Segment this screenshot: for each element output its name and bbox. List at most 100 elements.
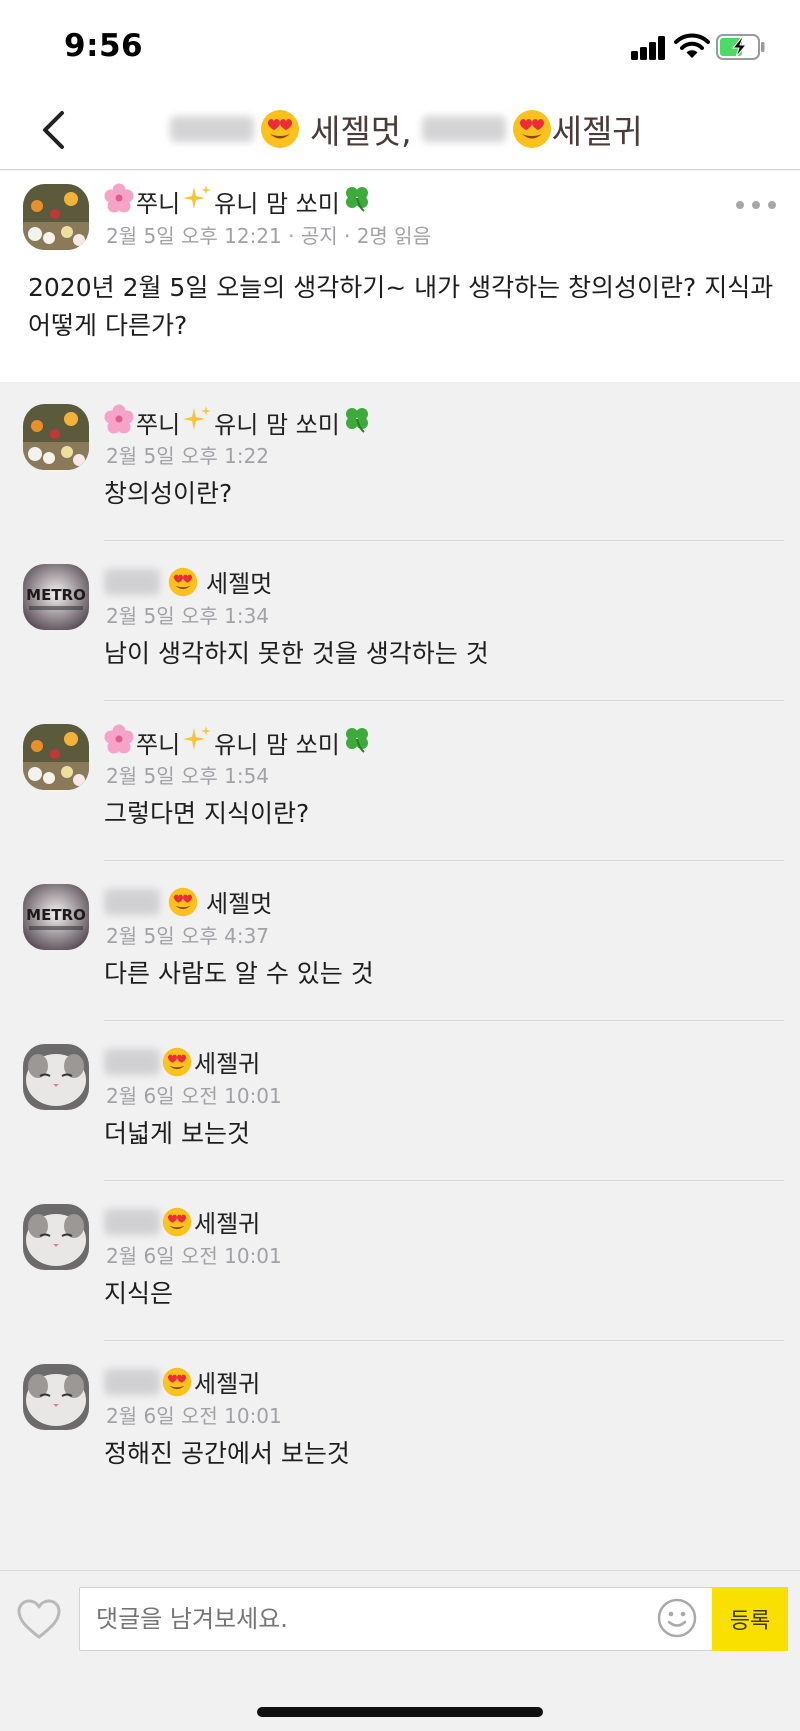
comment-author-nickname: 세젤귀: [194, 1210, 261, 1238]
blurred-name: [104, 1048, 160, 1075]
heart-eyes-emoji-icon: [512, 110, 551, 148]
post-body: 2020년 2월 5일 오늘의 생각하기~ 내가 생각하는 창의성이란? 지식과…: [28, 273, 774, 340]
avatar[interactable]: [23, 1364, 89, 1430]
comment-author-name: 세젤귀: [104, 1364, 260, 1399]
blurred-name: [104, 568, 160, 595]
four-leaf-clover-icon: [342, 183, 372, 219]
heart-eyes-emoji-icon: [162, 1207, 192, 1236]
comment-text: 다른 사람도 알 수 있는 것: [104, 959, 374, 988]
blurred-name: [104, 888, 160, 915]
cherry-blossom-icon: [104, 404, 134, 440]
comment-text: 창의성이란?: [104, 479, 233, 508]
comment-author-name: 세젤귀: [104, 1204, 260, 1239]
comment-meta: 2월 6일 오전 10:01: [106, 1244, 282, 1268]
avatar[interactable]: METRO: [23, 884, 89, 950]
comment-author-suffix: 유니 맘 쏘미: [214, 410, 340, 439]
comment-text: 더넓게 보는것: [104, 1119, 250, 1148]
four-leaf-clover-icon: [342, 724, 372, 760]
four-leaf-clover-icon: [342, 404, 372, 440]
comment-author-nickname: 세젤멋: [206, 570, 273, 598]
heart-eyes-emoji-icon: [168, 567, 198, 596]
cherry-blossom-icon: [104, 183, 134, 219]
divider: [104, 540, 784, 541]
comment-author-first: 쭈니: [136, 730, 181, 759]
flower-photo-avatar-icon: [23, 184, 89, 250]
blurred-name: [170, 116, 254, 142]
avatar[interactable]: [23, 1204, 89, 1270]
comment-text: 남이 생각하지 못한 것을 생각하는 것: [104, 639, 489, 668]
avatar[interactable]: [23, 724, 89, 790]
avatar[interactable]: [23, 184, 89, 250]
nav-title-name-2: 세젤귀: [551, 112, 643, 151]
comment-author-name: 세젤귀: [104, 1044, 260, 1079]
comment-author-name: 세젤멋: [104, 564, 272, 599]
divider: [104, 1180, 784, 1181]
comment-item: 쭈니 유니 맘 쏘미 2월 5일 오후 1:54 그렇다면 지식이란?: [0, 702, 800, 862]
comment-text: 정해진 공간에서 보는것: [104, 1439, 350, 1468]
comment-text: 지식은: [104, 1279, 174, 1308]
metro-logo-text: METRO: [26, 586, 86, 604]
avatar[interactable]: METRO: [23, 564, 89, 630]
battery-charging-icon: [716, 34, 765, 60]
comment-author-suffix: 유니 맘 쏘미: [214, 730, 340, 759]
comment-item: 세젤귀 2월 6일 오전 10:01 지식은: [0, 1182, 800, 1342]
cat-photo-avatar-icon: [23, 1364, 89, 1430]
comment-item: 세젤귀 2월 6일 오전 10:01 더넓게 보는것: [0, 1022, 800, 1182]
blurred-name: [104, 1368, 160, 1395]
comment-author-nickname: 세젤귀: [194, 1370, 261, 1398]
heart-eyes-emoji-icon: [162, 1367, 192, 1396]
blurred-name: [421, 116, 506, 142]
post-meta: 2월 5일 오후 12:21 · 공지 · 2명 읽음: [106, 224, 431, 248]
cellular-signal-icon: [631, 36, 667, 60]
notice-post: 쭈니 유니 맘 쏘미 2월 5일 오후 12:21 · 공지 · 2명 읽음 2…: [0, 171, 800, 382]
comment-meta: 2월 6일 오전 10:01: [106, 1404, 282, 1428]
comment-author-name: 쭈니 유니 맘 쏘미: [104, 724, 372, 760]
comment-item: 세젤귀 2월 6일 오전 10:01 정해진 공간에서 보는것: [0, 1342, 800, 1502]
comment-item: METRO 세젤멋 2월 5일 오후 1:34 남이 생각하지 못한 것을 생각…: [0, 542, 800, 702]
avatar[interactable]: [23, 1044, 89, 1110]
comment-text: 그렇다면 지식이란?: [104, 799, 310, 828]
comment-author-first: 쭈니: [136, 410, 181, 439]
comment-author-name: 세젤멋: [104, 884, 272, 919]
nav-bar: 세젤멋, 세젤귀: [0, 90, 800, 170]
sparkles-icon: [182, 724, 212, 760]
comment-meta: 2월 6일 오전 10:01: [106, 1084, 282, 1108]
comment-author-nickname: 세젤멋: [206, 890, 273, 918]
divider: [104, 700, 784, 701]
back-button[interactable]: [28, 104, 78, 156]
nav-title: 세젤멋, 세젤귀: [170, 104, 643, 154]
cat-photo-avatar-icon: [23, 1044, 89, 1110]
divider: [104, 1020, 784, 1021]
divider: [104, 1340, 784, 1341]
sparkles-icon: [182, 404, 212, 440]
avatar[interactable]: [23, 404, 89, 470]
comment-input[interactable]: [79, 1587, 713, 1651]
metro-logo-text: METRO: [26, 906, 86, 924]
comment-meta: 2월 5일 오후 1:22: [106, 444, 270, 468]
heart-eyes-emoji-icon: [261, 110, 299, 148]
comment-item: 쭈니 유니 맘 쏘미 2월 5일 오후 1:22 창의성이란?: [0, 382, 800, 542]
heart-icon[interactable]: [16, 1597, 62, 1643]
comment-meta: 2월 5일 오후 1:54: [106, 764, 270, 788]
divider: [104, 860, 784, 861]
cherry-blossom-icon: [104, 724, 134, 760]
comment-item: METRO 세젤멋 2월 5일 오후 4:37 다른 사람도 알 수 있는 것: [0, 862, 800, 1022]
chevron-left-icon: [43, 111, 64, 149]
nav-title-name-1: 세젤멋,: [310, 112, 412, 151]
heart-eyes-emoji-icon: [162, 1047, 192, 1076]
cat-photo-avatar-icon: [23, 1204, 89, 1270]
flower-photo-avatar-icon: [23, 404, 89, 470]
submit-button[interactable]: 등록: [712, 1587, 788, 1651]
comment-meta: 2월 5일 오후 1:34: [106, 604, 270, 628]
more-options-button[interactable]: [736, 191, 776, 219]
post-author-suffix: 유니 맘 쏘미: [214, 189, 340, 218]
blurred-name: [104, 1208, 160, 1235]
status-bar: 9:56: [0, 0, 800, 90]
sparkles-icon: [182, 183, 212, 219]
comment-list: 쭈니 유니 맘 쏘미 2월 5일 오후 1:22 창의성이란? METRO 세젤…: [0, 382, 800, 1570]
heart-eyes-emoji-icon: [168, 887, 198, 916]
emoticon-icon[interactable]: [656, 1597, 698, 1639]
home-indicator: [257, 1707, 543, 1717]
comment-meta: 2월 5일 오후 4:37: [106, 924, 270, 948]
comment-author-nickname: 세젤귀: [194, 1050, 261, 1078]
